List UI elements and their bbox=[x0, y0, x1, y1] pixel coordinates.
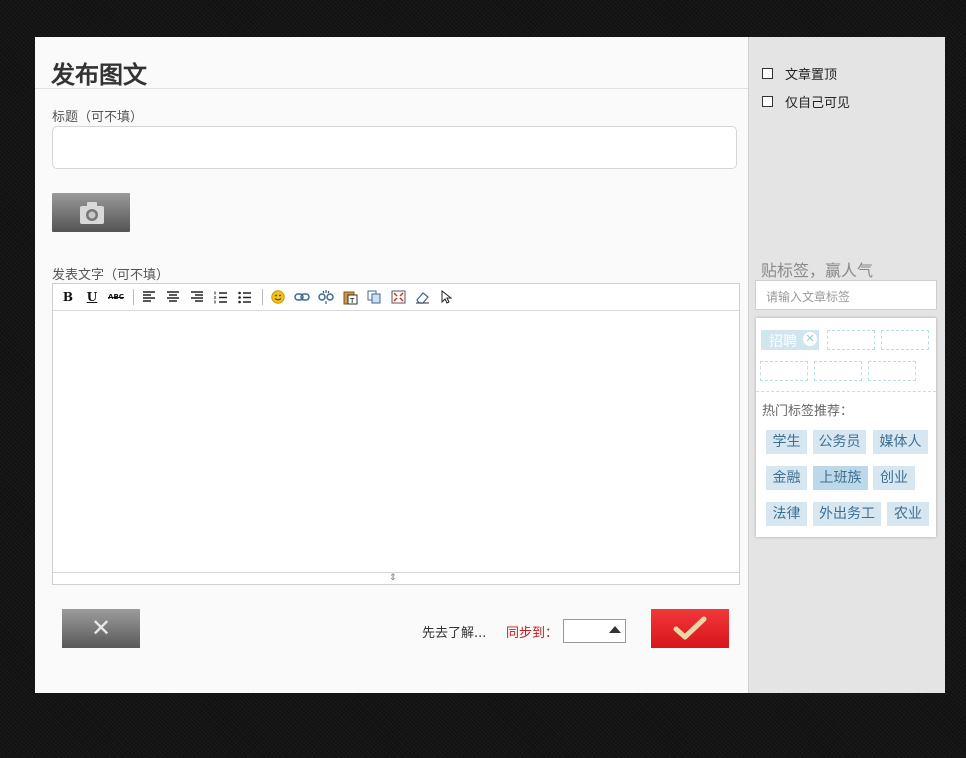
smiley-icon bbox=[271, 290, 285, 304]
empty-tag-slot bbox=[881, 330, 929, 350]
align-right-button[interactable] bbox=[188, 288, 206, 306]
tag-input-placeholder: 请输入文章标签 bbox=[766, 290, 851, 304]
rich-text-editor: B U ABC T ⇕ bbox=[52, 283, 740, 585]
unlink-icon bbox=[318, 290, 334, 304]
hot-tag[interactable]: 金融 bbox=[766, 466, 807, 490]
select-button[interactable] bbox=[437, 288, 455, 306]
link-icon bbox=[294, 293, 310, 301]
editor-toolbar: B U ABC T bbox=[53, 284, 739, 311]
hot-tag[interactable]: 农业 bbox=[887, 502, 929, 526]
upload-image-button[interactable] bbox=[52, 193, 130, 232]
align-left-button[interactable] bbox=[140, 288, 158, 306]
align-center-button[interactable] bbox=[164, 288, 182, 306]
copy-icon bbox=[367, 290, 380, 304]
unordered-list-icon bbox=[238, 291, 251, 303]
tag-heading: 贴标签，赢人气 bbox=[761, 261, 874, 280]
paste-text-button[interactable]: T bbox=[341, 288, 359, 306]
chevron-up-icon bbox=[609, 626, 621, 633]
paste-icon: T bbox=[343, 291, 357, 305]
underline-button[interactable]: U bbox=[83, 288, 101, 306]
fullscreen-button[interactable] bbox=[389, 288, 407, 306]
pin-top-label: 文章置顶 bbox=[785, 68, 838, 83]
body-label: 发表文字（可不填） bbox=[52, 268, 170, 283]
unlink-button[interactable] bbox=[317, 288, 335, 306]
selected-tag: 招聘 ✕ bbox=[761, 330, 819, 350]
main-panel: 发布图文 标题（可不填） 发表文字（可不填） B U ABC T ⇕ ✕ 先去了… bbox=[35, 37, 748, 693]
tag-panel: 招聘 ✕ 热门标签推荐： 学生 公务员 媒体人 金融 上班族 创业 法律 外出务… bbox=[756, 318, 936, 537]
strikethrough-button[interactable]: ABC bbox=[107, 288, 125, 306]
hot-tag[interactable]: 法律 bbox=[766, 502, 807, 526]
tag-input[interactable]: 请输入文章标签 bbox=[755, 280, 937, 310]
cancel-button[interactable]: ✕ bbox=[62, 609, 140, 648]
align-center-icon bbox=[167, 291, 179, 302]
align-left-icon bbox=[143, 291, 155, 302]
ordered-list-icon bbox=[214, 291, 227, 303]
divider bbox=[35, 88, 748, 89]
hot-tag[interactable]: 媒体人 bbox=[873, 430, 928, 454]
editor-content[interactable] bbox=[53, 311, 739, 572]
unordered-list-button[interactable] bbox=[236, 288, 254, 306]
link-button[interactable] bbox=[293, 288, 311, 306]
learn-more-link[interactable]: 先去了解... bbox=[422, 622, 486, 641]
check-icon bbox=[673, 616, 707, 640]
divider bbox=[756, 391, 936, 392]
toolbar-separator bbox=[262, 289, 263, 305]
selected-tag-label: 招聘 bbox=[769, 334, 797, 350]
editor-resize-handle[interactable]: ⇕ bbox=[53, 572, 739, 584]
hot-tag[interactable]: 上班族 bbox=[813, 466, 868, 490]
copy-button[interactable] bbox=[365, 288, 383, 306]
remove-tag-icon[interactable]: ✕ bbox=[803, 332, 817, 346]
title-label: 标题（可不填） bbox=[52, 110, 144, 125]
bold-button[interactable]: B bbox=[59, 288, 77, 306]
private-checkbox[interactable]: 仅自己可见 bbox=[762, 92, 850, 111]
eraser-icon bbox=[415, 292, 429, 304]
hot-tag[interactable]: 公务员 bbox=[813, 430, 866, 454]
eraser-button[interactable] bbox=[413, 288, 431, 306]
private-label: 仅自己可见 bbox=[785, 96, 851, 111]
hot-tag[interactable]: 外出务工 bbox=[813, 502, 881, 526]
camera-icon bbox=[80, 202, 104, 224]
checkbox-box[interactable] bbox=[762, 68, 773, 79]
hot-tag[interactable]: 创业 bbox=[873, 466, 915, 490]
hot-tags-label: 热门标签推荐： bbox=[762, 404, 854, 419]
empty-tag-slot bbox=[814, 361, 862, 381]
empty-tag-slot bbox=[868, 361, 916, 381]
page-title: 发布图文 bbox=[51, 61, 147, 89]
cursor-icon bbox=[441, 290, 452, 304]
title-input[interactable] bbox=[52, 126, 737, 169]
checkbox-box[interactable] bbox=[762, 96, 773, 107]
empty-tag-slot bbox=[827, 330, 875, 350]
resize-grip-icon: ⇕ bbox=[389, 573, 397, 583]
sync-label: 同步到： bbox=[506, 626, 559, 641]
fullscreen-icon bbox=[391, 290, 405, 304]
publish-dialog: 发布图文 标题（可不填） 发表文字（可不填） B U ABC T ⇕ ✕ 先去了… bbox=[35, 37, 945, 693]
svg-text:T: T bbox=[349, 297, 355, 305]
toolbar-separator bbox=[133, 289, 134, 305]
hot-tag[interactable]: 学生 bbox=[766, 430, 807, 454]
align-right-icon bbox=[191, 291, 203, 302]
submit-button[interactable] bbox=[651, 609, 729, 648]
sync-select[interactable] bbox=[563, 619, 626, 643]
ordered-list-button[interactable] bbox=[212, 288, 230, 306]
emoticon-button[interactable] bbox=[269, 288, 287, 306]
close-icon: ✕ bbox=[90, 614, 112, 642]
side-panel: 文章置顶 仅自己可见 贴标签，赢人气 请输入文章标签 招聘 ✕ 热门标签推荐： … bbox=[748, 37, 945, 693]
pin-top-checkbox[interactable]: 文章置顶 bbox=[762, 64, 837, 83]
empty-tag-slot bbox=[760, 361, 808, 381]
